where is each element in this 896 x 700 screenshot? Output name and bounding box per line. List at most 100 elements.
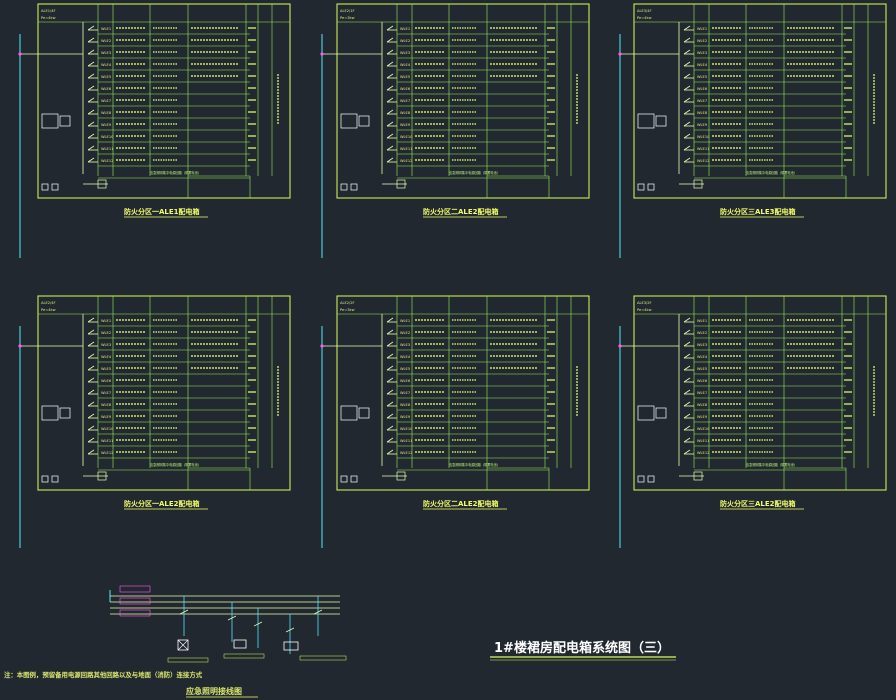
circuit-label: WLE7 bbox=[400, 99, 410, 103]
circuit-label: WLE4 bbox=[101, 63, 112, 67]
panel-caption: 防火分区二ALE2配电箱 bbox=[423, 499, 499, 508]
circuit-label: WLE6 bbox=[697, 379, 708, 383]
circuit-label: WLE12 bbox=[101, 451, 113, 455]
panel-caption: 防火分区三ALE2配电箱 bbox=[720, 499, 796, 508]
cad-drawing-canvas[interactable]: WLE1 WLE2 WLE3 WLE4 WLE5 WLE6 WLE7 WLE8 WLE9 WLE1… bbox=[0, 0, 896, 700]
circuit-label: WLE5 bbox=[400, 75, 410, 79]
circuit-label: WLE9 bbox=[101, 415, 112, 419]
feeder-node bbox=[618, 52, 622, 56]
circuit-label: WLE10 bbox=[697, 135, 710, 139]
panel-power: Pe=4kw bbox=[41, 308, 56, 312]
circuit-label: WLE8 bbox=[101, 111, 112, 115]
circuit-label: WLE6 bbox=[400, 87, 411, 91]
panel-id: ALE2/2F bbox=[340, 301, 355, 305]
circuit-label: WLE1 bbox=[101, 319, 111, 323]
drawing-note: 注：本图例，预留备用电源回路其他回路以及与地面（消防）连接方式 bbox=[4, 670, 203, 679]
circuit-label: WLE2 bbox=[400, 39, 410, 43]
circuit-label: WLE4 bbox=[697, 355, 708, 359]
circuit-label: WLE1 bbox=[400, 27, 410, 31]
circuit-label: WLE11 bbox=[101, 147, 113, 151]
circuit-label: WLE3 bbox=[400, 51, 410, 55]
panel-power: Pe=3kw bbox=[340, 16, 355, 20]
circuit-label: WLE1 bbox=[400, 319, 410, 323]
circuit-label: WLE9 bbox=[697, 123, 708, 127]
circuit-label: WLE6 bbox=[697, 87, 708, 91]
circuit-label: WLE2 bbox=[101, 331, 111, 335]
circuit-label: WLE12 bbox=[101, 159, 113, 163]
circuit-label: WLE4 bbox=[400, 355, 411, 359]
circuit-label: WLE5 bbox=[697, 75, 707, 79]
circuit-label: WLE2 bbox=[697, 331, 707, 335]
panel-power: Pe=4kw bbox=[637, 308, 652, 312]
panel-power: Pe=4kw bbox=[41, 16, 56, 20]
circuit-label: WLE3 bbox=[697, 343, 707, 347]
panel-power: Pe=4kw bbox=[637, 16, 652, 20]
circuit-label: WLE11 bbox=[101, 439, 113, 443]
circuit-label: WLE5 bbox=[400, 367, 410, 371]
circuit-label: WLE6 bbox=[400, 379, 411, 383]
circuit-label: WLE8 bbox=[697, 111, 708, 115]
circuit-label: WLE10 bbox=[697, 427, 710, 431]
circuit-label: WLE7 bbox=[697, 391, 707, 395]
circuit-label: WLE8 bbox=[400, 403, 411, 407]
circuit-label: WLE10 bbox=[400, 427, 413, 431]
panel-id: ALE3/2F bbox=[637, 301, 652, 305]
circuit-label: WLE10 bbox=[400, 135, 413, 139]
circuit-label: WLE4 bbox=[400, 63, 411, 67]
circuit-label: WLE6 bbox=[101, 379, 112, 383]
circuit-label: WLE3 bbox=[697, 51, 707, 55]
circuit-label: WLE9 bbox=[400, 415, 411, 419]
panel-id: ALE2/1F bbox=[340, 9, 355, 13]
circuit-label: WLE11 bbox=[697, 147, 709, 151]
circuit-label: WLE3 bbox=[101, 343, 111, 347]
note-row-text: 应急照明集中电源回路（带蓄电池） bbox=[150, 462, 201, 467]
circuit-label: WLE7 bbox=[697, 99, 707, 103]
legend-title: 应急照明接线图 bbox=[186, 686, 242, 696]
circuit-label: WLE8 bbox=[697, 403, 708, 407]
circuit-label: WLE12 bbox=[697, 451, 709, 455]
circuit-label: WLE5 bbox=[101, 75, 111, 79]
circuit-label: WLE12 bbox=[697, 159, 709, 163]
circuit-label: WLE5 bbox=[697, 367, 707, 371]
circuit-label: WLE7 bbox=[400, 391, 410, 395]
circuit-label: WLE2 bbox=[101, 39, 111, 43]
circuit-label: WLE9 bbox=[101, 123, 112, 127]
circuit-label: WLE1 bbox=[101, 27, 111, 31]
circuit-label: WLE10 bbox=[101, 135, 114, 139]
circuit-label: WLE11 bbox=[400, 147, 412, 151]
circuit-label: WLE9 bbox=[400, 123, 411, 127]
note-row-text: 应急照明集中电源回路（带蓄电池） bbox=[746, 462, 797, 467]
feeder-node bbox=[320, 344, 324, 348]
note-row-text: 应急照明集中电源回路（带蓄电池） bbox=[746, 170, 797, 175]
circuit-label: WLE8 bbox=[400, 111, 411, 115]
circuit-label: WLE11 bbox=[400, 439, 412, 443]
note-row-text: 应急照明集中电源回路（带蓄电池） bbox=[449, 462, 500, 467]
circuit-label: WLE3 bbox=[400, 343, 410, 347]
feeder-node bbox=[18, 344, 22, 348]
circuit-label: WLE5 bbox=[101, 367, 111, 371]
panel-caption: 防火分区二ALE2配电箱 bbox=[423, 207, 499, 216]
panel-id: ALE1/4F bbox=[41, 9, 56, 13]
feeder-node bbox=[320, 52, 324, 56]
note-row-text: 应急照明集中电源回路（带蓄电池） bbox=[150, 170, 201, 175]
panel-caption: 防火分区一ALE1配电箱 bbox=[124, 207, 200, 216]
circuit-label: WLE1 bbox=[697, 319, 707, 323]
panel-caption: 防火分区三ALE3配电箱 bbox=[720, 207, 796, 216]
circuit-label: WLE2 bbox=[697, 39, 707, 43]
circuit-label: WLE12 bbox=[400, 451, 412, 455]
feeder-node bbox=[18, 52, 22, 56]
circuit-label: WLE4 bbox=[697, 63, 708, 67]
circuit-label: WLE1 bbox=[697, 27, 707, 31]
note-row-text: 应急照明集中电源回路（带蓄电池） bbox=[449, 170, 500, 175]
circuit-label: WLE4 bbox=[101, 355, 112, 359]
main-drawing-title: 1#楼裙房配电箱系统图（三） bbox=[494, 640, 670, 656]
circuit-label: WLE9 bbox=[697, 415, 708, 419]
circuit-label: WLE6 bbox=[101, 87, 112, 91]
circuit-label: WLE8 bbox=[101, 403, 112, 407]
circuit-label: WLE2 bbox=[400, 331, 410, 335]
circuit-label: WLE12 bbox=[400, 159, 412, 163]
circuit-label: WLE11 bbox=[697, 439, 709, 443]
panel-caption: 防火分区一ALE2配电箱 bbox=[124, 499, 200, 508]
circuit-label: WLE3 bbox=[101, 51, 111, 55]
circuit-label: WLE7 bbox=[101, 391, 111, 395]
